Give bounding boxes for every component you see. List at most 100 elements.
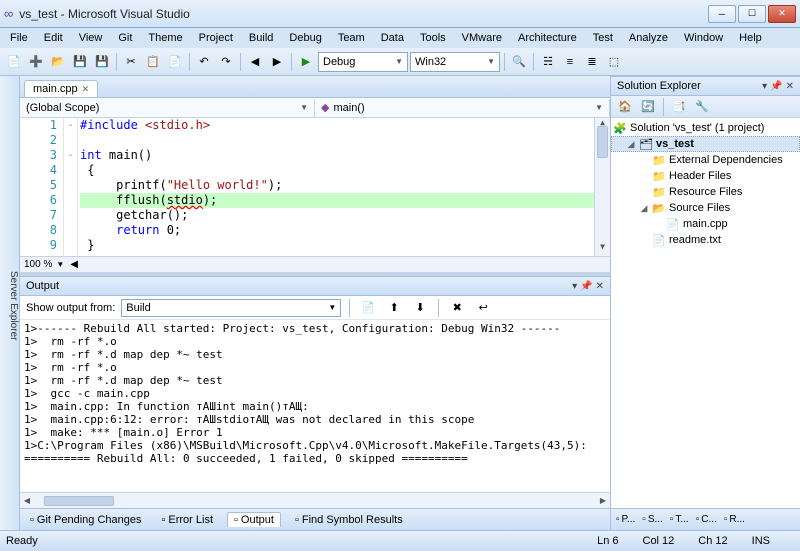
right-tab[interactable]: ▫R... bbox=[721, 513, 748, 526]
close-panel-icon[interactable]: ✕ bbox=[596, 281, 604, 292]
solution-explorer-titlebar[interactable]: Solution Explorer ▾ 📌 ✕ bbox=[611, 76, 800, 96]
hscroll-left-icon[interactable]: ◀ bbox=[70, 259, 78, 270]
output-prev-icon[interactable]: ⬆ bbox=[384, 298, 404, 318]
new-project-icon[interactable]: 📄 bbox=[4, 52, 24, 72]
menu-architecture[interactable]: Architecture bbox=[512, 30, 583, 46]
folder-node[interactable]: 📁Resource Files bbox=[611, 184, 800, 200]
method-icon: ◆ bbox=[321, 101, 329, 114]
menu-tools[interactable]: Tools bbox=[414, 30, 452, 46]
document-tab-main-cpp[interactable]: main.cpp ✕ bbox=[24, 80, 98, 97]
toolbar-btn[interactable]: ⬚ bbox=[604, 52, 624, 72]
scroll-left-icon[interactable]: ◀ bbox=[20, 496, 34, 505]
output-wordwrap-icon[interactable]: ↩ bbox=[473, 298, 493, 318]
scroll-thumb[interactable] bbox=[44, 496, 114, 506]
bottom-tab-output[interactable]: ▫Output bbox=[227, 512, 281, 527]
cut-icon[interactable]: ✂ bbox=[121, 52, 141, 72]
menu-view[interactable]: View bbox=[73, 30, 109, 46]
bottom-tab-find-symbol-results[interactable]: ▫Find Symbol Results bbox=[289, 513, 409, 527]
menu-file[interactable]: File bbox=[4, 30, 34, 46]
se-properties-icon[interactable]: 🔧 bbox=[692, 97, 712, 117]
code-editor[interactable]: 123456789 -- #include <stdio.h>int main(… bbox=[20, 118, 610, 256]
open-file-icon[interactable]: 📂 bbox=[48, 52, 68, 72]
se-showall-icon[interactable]: 📑 bbox=[669, 97, 689, 117]
collapse-icon[interactable]: ◢ bbox=[639, 203, 649, 214]
menu-help[interactable]: Help bbox=[733, 30, 768, 46]
paste-icon[interactable]: 📄 bbox=[165, 52, 185, 72]
scope-dropdown[interactable]: (Global Scope) ▼ bbox=[20, 99, 315, 117]
menu-theme[interactable]: Theme bbox=[142, 30, 188, 46]
toolbar-btn[interactable]: ≡ bbox=[560, 52, 580, 72]
scroll-right-icon[interactable]: ▶ bbox=[596, 496, 610, 505]
save-icon[interactable]: 💾 bbox=[70, 52, 90, 72]
save-all-icon[interactable]: 💾 bbox=[92, 52, 112, 72]
platform-dropdown[interactable]: Win32 ▼ bbox=[410, 52, 500, 72]
menu-debug[interactable]: Debug bbox=[283, 30, 327, 46]
folder-node-source[interactable]: ◢ 📂 Source Files bbox=[611, 200, 800, 216]
folder-node[interactable]: 📁External Dependencies bbox=[611, 152, 800, 168]
folder-node[interactable]: 📁Header Files bbox=[611, 168, 800, 184]
right-tab[interactable]: ▫P... bbox=[613, 513, 638, 526]
right-tab[interactable]: ▫C... bbox=[693, 513, 720, 526]
scroll-down-icon[interactable]: ▼ bbox=[595, 242, 610, 256]
output-text[interactable]: 1>------ Rebuild All started: Project: v… bbox=[20, 320, 610, 492]
file-node-main-cpp[interactable]: 📄 main.cpp bbox=[611, 216, 800, 232]
output-titlebar[interactable]: Output ▾ 📌 ✕ bbox=[20, 276, 610, 296]
nav-back-icon[interactable]: ◀ bbox=[245, 52, 265, 72]
scroll-thumb[interactable] bbox=[597, 126, 608, 158]
menu-project[interactable]: Project bbox=[193, 30, 239, 46]
bottom-tab-git-pending-changes[interactable]: ▫Git Pending Changes bbox=[24, 513, 147, 527]
window-position-icon[interactable]: ▾ bbox=[572, 281, 577, 292]
menu-window[interactable]: Window bbox=[678, 30, 729, 46]
toolbar-btn[interactable]: ☵ bbox=[538, 52, 558, 72]
folder-label: Resource Files bbox=[669, 186, 742, 198]
project-node[interactable]: ◢ 🗂 vs_test bbox=[611, 136, 800, 152]
output-find-msg-icon[interactable]: 📄 bbox=[358, 298, 378, 318]
output-clear-icon[interactable]: ✖ bbox=[447, 298, 467, 318]
output-next-icon[interactable]: ⬇ bbox=[410, 298, 430, 318]
nav-fwd-icon[interactable]: ▶ bbox=[267, 52, 287, 72]
window-position-icon[interactable]: ▾ bbox=[762, 81, 767, 92]
redo-icon[interactable]: ↷ bbox=[216, 52, 236, 72]
right-tab[interactable]: ▫S... bbox=[639, 513, 666, 526]
toolbar-btn[interactable]: ≣ bbox=[582, 52, 602, 72]
output-from-dropdown[interactable]: Build ▼ bbox=[121, 299, 341, 317]
menu-vmware[interactable]: VMware bbox=[456, 30, 508, 46]
add-item-icon[interactable]: ➕ bbox=[26, 52, 46, 72]
collapse-icon[interactable]: ◢ bbox=[626, 139, 636, 150]
menu-edit[interactable]: Edit bbox=[38, 30, 69, 46]
solution-tree[interactable]: 🧩 Solution 'vs_test' (1 project) ◢ 🗂 vs_… bbox=[611, 118, 800, 508]
server-explorer-tab[interactable]: Server Explorer bbox=[8, 271, 19, 340]
zoom-level[interactable]: 100 % bbox=[24, 259, 52, 270]
member-dropdown[interactable]: ◆ main() ▼ bbox=[315, 99, 610, 117]
tab-icon: ▫ bbox=[616, 514, 620, 525]
minimize-button[interactable]: ─ bbox=[708, 5, 736, 23]
menu-data[interactable]: Data bbox=[375, 30, 410, 46]
output-hscrollbar[interactable]: ◀ ▶ bbox=[20, 492, 610, 508]
undo-icon[interactable]: ↶ bbox=[194, 52, 214, 72]
se-home-icon[interactable]: 🏠 bbox=[615, 97, 635, 117]
menu-git[interactable]: Git bbox=[112, 30, 138, 46]
pin-icon[interactable]: 📌 bbox=[580, 281, 592, 292]
right-tab[interactable]: ▫T... bbox=[667, 513, 692, 526]
find-icon[interactable]: 🔍 bbox=[509, 52, 529, 72]
menu-analyze[interactable]: Analyze bbox=[623, 30, 674, 46]
menu-build[interactable]: Build bbox=[243, 30, 279, 46]
pin-icon[interactable]: 📌 bbox=[770, 81, 782, 92]
se-refresh-icon[interactable]: 🔄 bbox=[638, 97, 658, 117]
solution-node[interactable]: 🧩 Solution 'vs_test' (1 project) bbox=[611, 120, 800, 136]
chevron-down-icon[interactable]: ▼ bbox=[56, 260, 64, 269]
output-icon: ▫ bbox=[234, 514, 238, 526]
config-dropdown[interactable]: Debug ▼ bbox=[318, 52, 408, 72]
editor-vscrollbar[interactable]: ▲ ▼ bbox=[594, 118, 610, 256]
menu-test[interactable]: Test bbox=[587, 30, 619, 46]
chevron-down-icon: ▼ bbox=[328, 303, 336, 312]
close-tab-icon[interactable]: ✕ bbox=[82, 84, 90, 95]
bottom-tab-error-list[interactable]: ▫Error List bbox=[155, 513, 219, 527]
maximize-button[interactable]: ☐ bbox=[738, 5, 766, 23]
file-node-readme[interactable]: 📄 readme.txt bbox=[611, 232, 800, 248]
start-debug-icon[interactable]: ▶ bbox=[296, 52, 316, 72]
menu-team[interactable]: Team bbox=[332, 30, 371, 46]
close-button[interactable]: ✕ bbox=[768, 5, 796, 23]
copy-icon[interactable]: 📋 bbox=[143, 52, 163, 72]
close-panel-icon[interactable]: ✕ bbox=[786, 81, 794, 92]
